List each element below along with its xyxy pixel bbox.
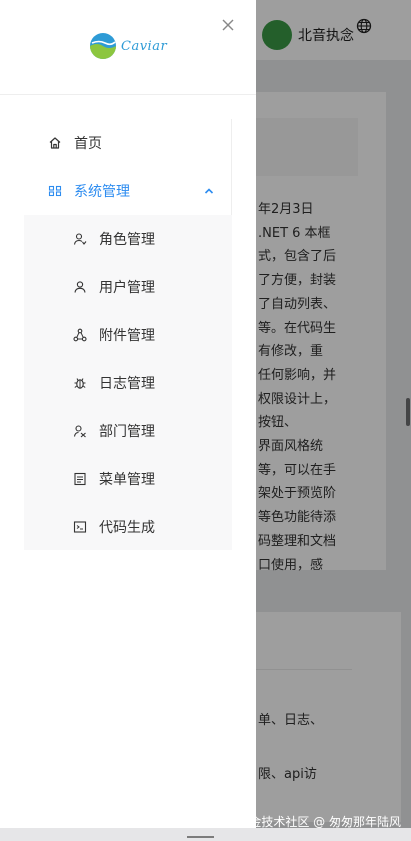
user-icon (73, 280, 87, 294)
terminal-icon (73, 520, 87, 534)
menu-item-label: 日志管理 (99, 376, 155, 392)
menu-item-system[interactable]: 系统管理 (24, 167, 232, 215)
logo-text: Caviar (121, 38, 168, 54)
menu-item-home[interactable]: 首页 (24, 119, 232, 167)
menu-item-label: 代码生成 (99, 520, 155, 536)
menu-item-label: 用户管理 (99, 280, 155, 296)
menu-item-codegen[interactable]: 代码生成 (24, 503, 232, 551)
bottom-bar (0, 828, 411, 841)
menu-item-label: 系统管理 (74, 184, 130, 200)
home-icon (48, 136, 62, 150)
close-icon[interactable] (219, 16, 237, 34)
menu-item-department[interactable]: 部门管理 (24, 407, 232, 455)
menu-item-role[interactable]: 角色管理 (24, 215, 232, 263)
system-submenu: 角色管理 用户管理 附件管理 日志管理 部门管理 菜单管理 代码生成 (24, 215, 232, 550)
grid-icon (48, 184, 62, 198)
chevron-up-icon (204, 188, 214, 194)
menu-item-label: 首页 (74, 136, 102, 152)
drawer-header: Caviar (0, 0, 256, 95)
attachment-icon (73, 328, 87, 342)
department-icon (73, 424, 87, 438)
menu-item-label: 菜单管理 (99, 472, 155, 488)
logo: Caviar (89, 32, 167, 60)
logo-icon (90, 33, 116, 59)
menu-item-attachment[interactable]: 附件管理 (24, 311, 232, 359)
menu-item-user[interactable]: 用户管理 (24, 263, 232, 311)
bug-icon (73, 376, 87, 390)
menu-item-menu[interactable]: 菜单管理 (24, 455, 232, 503)
side-menu: 首页 系统管理 角色管理 用户管理 附件管理 日志管理 部门管理 菜单管理 代码… (24, 119, 232, 550)
menu-list-icon (73, 472, 87, 486)
menu-item-label: 附件管理 (99, 328, 155, 344)
home-indicator[interactable] (187, 836, 214, 838)
menu-item-label: 角色管理 (99, 232, 155, 248)
side-drawer: Caviar 首页 系统管理 角色管理 用户管理 附件管理 日志管理 部门管理 … (0, 0, 256, 828)
menu-item-log[interactable]: 日志管理 (24, 359, 232, 407)
role-icon (73, 232, 87, 246)
menu-item-label: 部门管理 (99, 424, 155, 440)
